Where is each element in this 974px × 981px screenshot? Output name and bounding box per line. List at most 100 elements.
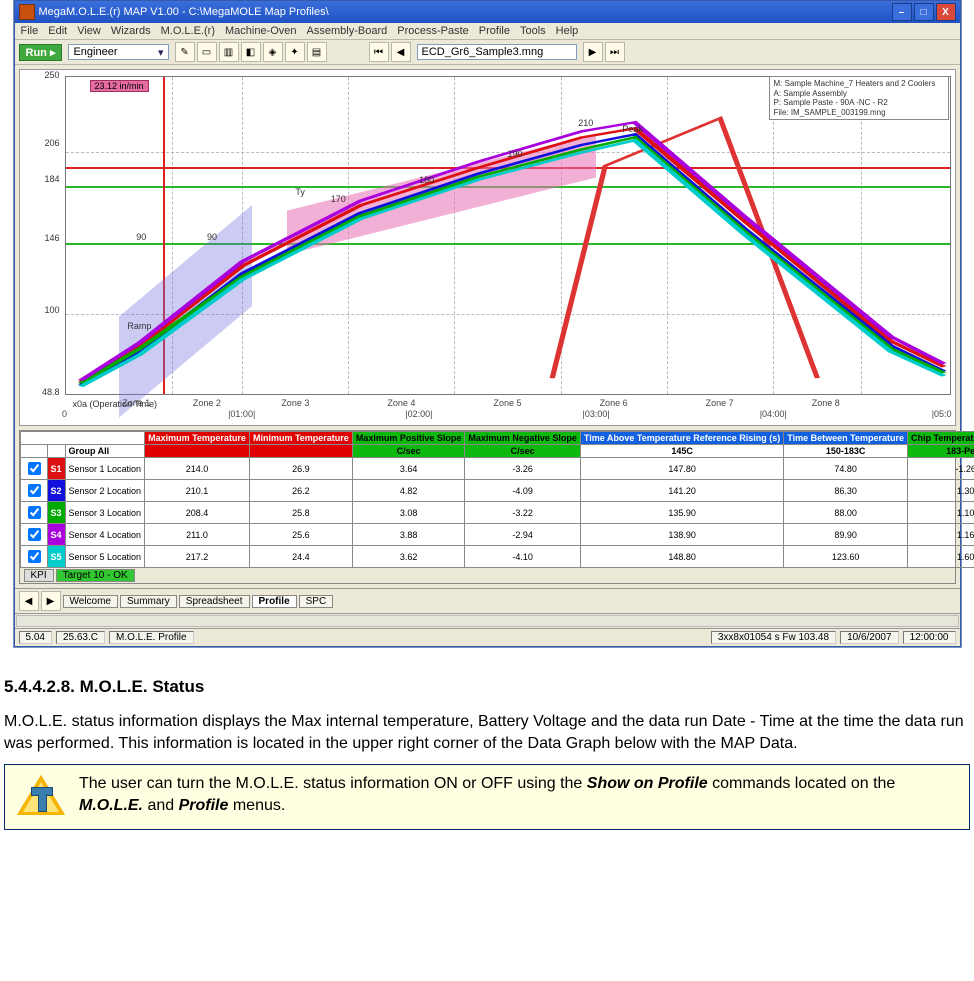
menu-help[interactable]: Help — [556, 25, 579, 37]
cell: -3.22 — [465, 502, 581, 524]
menu-wizards[interactable]: Wizards — [111, 25, 151, 37]
maximize-button[interactable]: □ — [914, 3, 934, 21]
zone-temp: 170 — [331, 194, 346, 204]
col-header[interactable]: Time Between Temperature — [784, 432, 908, 445]
tool-icon-4[interactable]: ◧ — [241, 42, 261, 62]
group-all[interactable]: Group All — [65, 445, 145, 458]
nav-first-icon[interactable]: ⏮ — [369, 42, 389, 62]
table-row[interactable]: S5Sensor 5 Location217.224.43.62-4.10148… — [20, 546, 974, 568]
col-header[interactable]: Chip Temperature in Chip — [908, 432, 974, 445]
row-checkbox[interactable] — [28, 484, 41, 497]
tool-icon-2[interactable]: ▭ — [197, 42, 217, 62]
sensor-badge: S5 — [47, 546, 65, 568]
sensor-name: Sensor 3 Location — [65, 502, 145, 524]
nav-next-icon[interactable]: ▶ — [583, 42, 603, 62]
table-row[interactable]: S3Sensor 3 Location208.425.83.08-3.22135… — [20, 502, 974, 524]
col-header[interactable]: Time Above Temperature Reference Rising … — [580, 432, 783, 445]
tab-scroll-left-icon[interactable]: ◀ — [19, 591, 39, 611]
tab-scroll-right-icon[interactable]: ▶ — [41, 591, 61, 611]
titlebar: MegaM.O.L.E.(r) MAP V1.00 - C:\MegaMOLE … — [15, 1, 960, 23]
menu-tools[interactable]: Tools — [520, 25, 546, 37]
row-checkbox[interactable] — [28, 506, 41, 519]
tip-text: The user can turn the M.O.L.E. status in… — [79, 773, 961, 816]
tool-icon-6[interactable]: ✦ — [285, 42, 305, 62]
tab-kpi[interactable]: KPI — [24, 569, 54, 582]
nav-prev-icon[interactable]: ◀ — [391, 42, 411, 62]
menu-file[interactable]: File — [21, 25, 39, 37]
menu-machine[interactable]: Machine-Oven — [225, 25, 297, 37]
sub: C/sec — [352, 445, 465, 458]
cell: 138.90 — [580, 524, 783, 546]
app-icon — [19, 4, 35, 20]
menu-process[interactable]: Process-Paste — [397, 25, 469, 37]
table-row[interactable]: S4Sensor 4 Location211.025.63.88-2.94138… — [20, 524, 974, 546]
tab-profile[interactable]: Profile — [252, 595, 297, 608]
row-checkbox[interactable] — [28, 550, 41, 563]
plot-area: Ramp Ty Peak Zone 1 Zone 2 Zone 3 Zone 4… — [65, 76, 951, 395]
col-header[interactable]: Maximum Negative Slope — [465, 432, 581, 445]
t: M.O.L.E. — [79, 797, 143, 814]
y-axis: 48.8 100 146 184 206 250 — [22, 70, 62, 397]
table-row[interactable]: S2Sensor 2 Location210.126.24.82-4.09141… — [20, 480, 974, 502]
tool-icon-5[interactable]: ◈ — [263, 42, 283, 62]
status-cell: 3xx8x01054 s Fw 103.48 — [711, 631, 836, 644]
sub: C/sec — [465, 445, 581, 458]
status-cell: 10/6/2007 — [840, 631, 899, 644]
sensor-badge: S3 — [47, 502, 65, 524]
table-row[interactable]: S1Sensor 1 Location214.026.93.64-3.26147… — [20, 458, 974, 480]
cell: 4.82 — [352, 480, 465, 502]
cell: 141.20 — [580, 480, 783, 502]
row-checkbox[interactable] — [28, 462, 41, 475]
app-window: MegaM.O.L.E.(r) MAP V1.00 - C:\MegaMOLE … — [14, 0, 961, 647]
sensor-badge: S4 — [47, 524, 65, 546]
menu-assembly[interactable]: Assembly-Board — [307, 25, 388, 37]
t: and — [143, 797, 179, 814]
chart-legend: M: Sample Machine_7 Heaters and 2 Cooler… — [769, 76, 949, 120]
cell: 86.30 — [784, 480, 908, 502]
minimize-button[interactable]: – — [892, 3, 912, 21]
status-cell: 5.04 — [19, 631, 52, 644]
tab-welcome[interactable]: Welcome — [63, 595, 119, 608]
cell: 210.1 — [145, 480, 250, 502]
section-heading: 5.4.4.2.8. M.O.L.E. Status — [4, 677, 970, 697]
tab-spreadsheet[interactable]: Spreadsheet — [179, 595, 250, 608]
h-scrollbar[interactable] — [15, 613, 960, 628]
ytick: 146 — [22, 233, 62, 243]
sub — [249, 445, 352, 458]
role-dropdown[interactable]: Engineer — [68, 44, 168, 60]
xtick: |03:00| — [582, 409, 609, 419]
col-header[interactable]: Maximum Positive Slope — [352, 432, 465, 445]
legend-line: A: Sample Assembly — [774, 89, 944, 99]
cell: 1.30 — [908, 480, 974, 502]
tab-spc[interactable]: SPC — [299, 595, 334, 608]
cell: 26.9 — [249, 458, 352, 480]
bottom-tabs: ◀ ▶ Welcome Summary Spreadsheet Profile … — [15, 588, 960, 613]
tool-icon-1[interactable]: ✎ — [175, 42, 195, 62]
col-header[interactable]: Maximum Temperature — [145, 432, 250, 445]
sensor-badge: S2 — [47, 480, 65, 502]
profile-chart: 48.8 100 146 184 206 250 — [19, 69, 956, 426]
file-field[interactable]: ECD_Gr6_Sample3.mng — [417, 44, 577, 60]
legend-line: File: IM_SAMPLE_003199.mng — [774, 108, 944, 118]
t: Profile — [179, 797, 229, 814]
col-header[interactable]: Minimum Temperature — [249, 432, 352, 445]
close-button[interactable]: X — [936, 3, 956, 21]
menu-profile[interactable]: Profile — [479, 25, 510, 37]
menu-edit[interactable]: Edit — [48, 25, 67, 37]
cell: 3.88 — [352, 524, 465, 546]
tool-icon-7[interactable]: ▤ — [307, 42, 327, 62]
menu-view[interactable]: View — [77, 25, 101, 37]
xtick: |04:00| — [760, 409, 787, 419]
cell: 3.62 — [352, 546, 465, 568]
t: commands located on the — [708, 775, 896, 792]
row-checkbox[interactable] — [28, 528, 41, 541]
ytick: 184 — [22, 174, 62, 184]
table-subheader-row: Group All C/sec C/sec 145C 150-183C 183-… — [20, 445, 974, 458]
tab-target[interactable]: Target 10 - OK — [56, 569, 135, 582]
run-button[interactable]: Run ▸ — [19, 44, 63, 61]
tool-icon-3[interactable]: ▥ — [219, 42, 239, 62]
menu-mole[interactable]: M.O.L.E.(r) — [161, 25, 215, 37]
tab-summary[interactable]: Summary — [120, 595, 177, 608]
speed-badge: 23.12 in/min — [90, 80, 149, 92]
nav-last-icon[interactable]: ⏭ — [605, 42, 625, 62]
